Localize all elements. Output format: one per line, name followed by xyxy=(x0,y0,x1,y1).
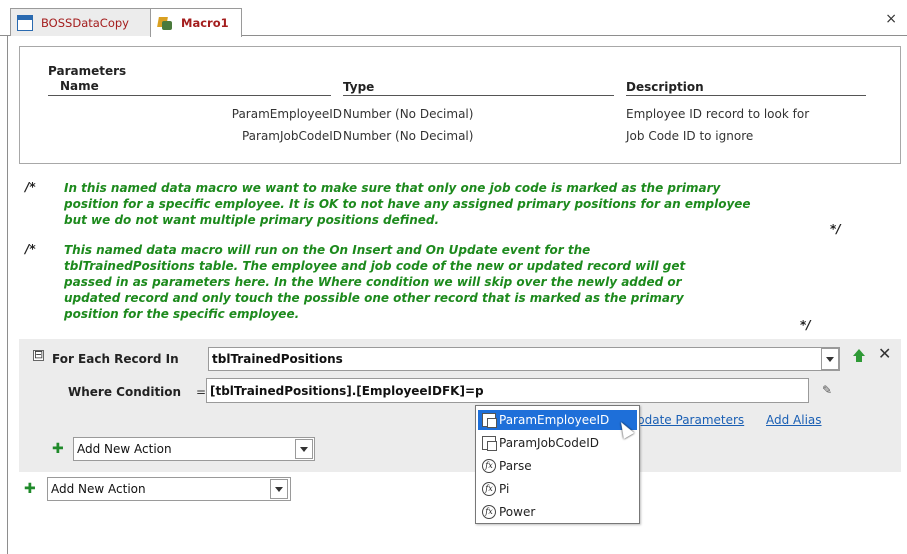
comment-line: position for a specific employee. It is … xyxy=(64,197,751,211)
for-each-label: For Each Record In xyxy=(52,352,179,366)
add-action-plus-icon: ✚ xyxy=(24,481,36,497)
comment-line: updated record and only touch the possib… xyxy=(64,291,684,305)
name-header-rule xyxy=(48,95,331,96)
function-icon: fx xyxy=(482,505,496,519)
chevron-down-icon[interactable] xyxy=(821,348,839,370)
comment-line: In this named data macro we want to make… xyxy=(64,181,721,195)
expression-builder-icon[interactable]: ✎ xyxy=(822,383,832,397)
param-type-cell[interactable]: Number (No Decimal) xyxy=(343,129,473,143)
for-each-table-input[interactable]: tblTrainedPositions xyxy=(208,347,840,371)
comment-line: passed in as parameters here. In the Whe… xyxy=(64,275,682,289)
update-parameters-link[interactable]: pdate Parameters xyxy=(637,413,744,427)
comment-line: This named data macro will run on the On… xyxy=(64,243,591,257)
left-border xyxy=(0,36,8,554)
comment-line: but we do not want multiple primary posi… xyxy=(64,213,440,227)
comment-line: position for the specific employee. xyxy=(64,307,300,321)
comment-block[interactable]: This named data macro will run on the On… xyxy=(64,242,794,322)
parameter-icon xyxy=(482,413,497,428)
autocomplete-item[interactable]: fx Pi xyxy=(478,479,637,499)
add-new-action-select[interactable]: Add New Action xyxy=(73,437,315,461)
table-icon xyxy=(17,14,33,31)
equals-sign: = xyxy=(196,385,207,399)
function-icon: fx xyxy=(482,482,496,496)
add-new-action-select[interactable]: Add New Action xyxy=(47,477,291,501)
autocomplete-item-label: Pi xyxy=(499,482,510,496)
delete-action-icon[interactable]: ✕ xyxy=(878,344,891,363)
where-condition-label: Where Condition xyxy=(68,385,182,399)
param-description-cell[interactable]: Job Code ID to ignore xyxy=(626,129,753,143)
tab-label: Macro1 xyxy=(181,16,229,30)
comment-block[interactable]: In this named data macro we want to make… xyxy=(64,180,824,228)
param-description-cell[interactable]: Employee ID record to look for xyxy=(626,107,809,121)
tab-label: BOSSDataCopy xyxy=(41,15,129,30)
autocomplete-item[interactable]: fx Power xyxy=(478,502,637,522)
tab-macro1[interactable]: Macro1 xyxy=(150,8,242,37)
parameter-icon xyxy=(482,436,497,451)
param-type-cell[interactable]: Number (No Decimal) xyxy=(343,107,473,121)
param-name-cell[interactable]: ParamJobCodeID xyxy=(242,129,342,143)
comment-close: */ xyxy=(830,222,841,236)
parameters-title: Parameters xyxy=(48,64,127,78)
comment-close: */ xyxy=(800,318,811,332)
autocomplete-item[interactable]: ParamEmployeeID xyxy=(478,410,637,430)
parameters-panel: Parameters Name Type Description ParamEm… xyxy=(19,46,901,164)
add-action-plus-icon: ✚ xyxy=(52,441,64,457)
comment-line: tblTrainedPositions table. The employee … xyxy=(64,259,686,273)
move-up-icon[interactable] xyxy=(853,349,865,362)
autocomplete-item[interactable]: ParamJobCodeID xyxy=(478,433,637,453)
param-name-cell[interactable]: ParamEmployeeID xyxy=(232,107,342,121)
chevron-down-icon[interactable] xyxy=(270,479,288,499)
type-header-rule xyxy=(343,95,614,96)
document-tab-bar: BOSSDataCopy Macro1 × xyxy=(0,0,907,37)
close-document-icon[interactable]: × xyxy=(885,11,897,27)
add-alias-link[interactable]: Add Alias xyxy=(766,413,822,427)
autocomplete-item[interactable]: fx Parse xyxy=(478,456,637,476)
autocomplete-item-label: ParamJobCodeID xyxy=(499,436,600,450)
function-icon: fx xyxy=(482,459,496,473)
description-header-rule xyxy=(626,95,866,96)
where-condition-input[interactable]: [tblTrainedPositions].[EmployeeIDFK]=p xyxy=(206,378,809,403)
tab-bossdatacopy[interactable]: BOSSDataCopy xyxy=(10,8,151,36)
autocomplete-item-label: Parse xyxy=(499,459,532,473)
comment-open: /* xyxy=(25,242,36,256)
autocomplete-item-label: Power xyxy=(499,505,536,519)
autocomplete-popup: ParamEmployeeID ParamJobCodeID fx Parse … xyxy=(475,405,640,524)
collapse-icon[interactable]: ⊟ xyxy=(33,349,44,361)
comment-open: /* xyxy=(25,180,36,194)
autocomplete-item-label: ParamEmployeeID xyxy=(499,413,610,427)
description-column-header: Description xyxy=(626,80,704,94)
chevron-down-icon[interactable] xyxy=(295,439,313,459)
name-column-header: Name xyxy=(60,79,99,93)
type-column-header: Type xyxy=(343,80,375,94)
macro-icon xyxy=(157,15,173,31)
